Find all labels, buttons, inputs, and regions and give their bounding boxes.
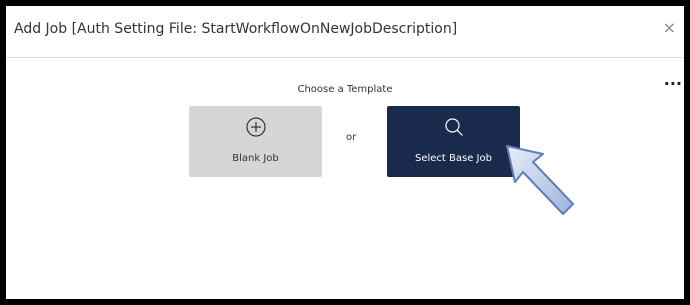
blank-job-label: Blank Job [232, 153, 279, 164]
dialog-title: Add Job [Auth Setting File: StartWorkflo… [14, 21, 458, 37]
or-separator: or [346, 132, 357, 143]
select-base-job-button[interactable]: Select Base Job [387, 106, 520, 177]
plus-circle-icon [245, 117, 266, 137]
blank-job-button[interactable]: Blank Job [189, 106, 322, 177]
search-icon [444, 118, 463, 136]
choose-template-heading: Choose a Template [297, 84, 393, 95]
add-job-dialog: Add Job [Auth Setting File: StartWorkflo… [6, 6, 684, 299]
dialog-header: Add Job [Auth Setting File: StartWorkflo… [6, 6, 684, 58]
select-base-job-label: Select Base Job [415, 153, 492, 164]
close-button[interactable]: × [663, 20, 676, 36]
pointer-arrow-icon [506, 145, 574, 215]
